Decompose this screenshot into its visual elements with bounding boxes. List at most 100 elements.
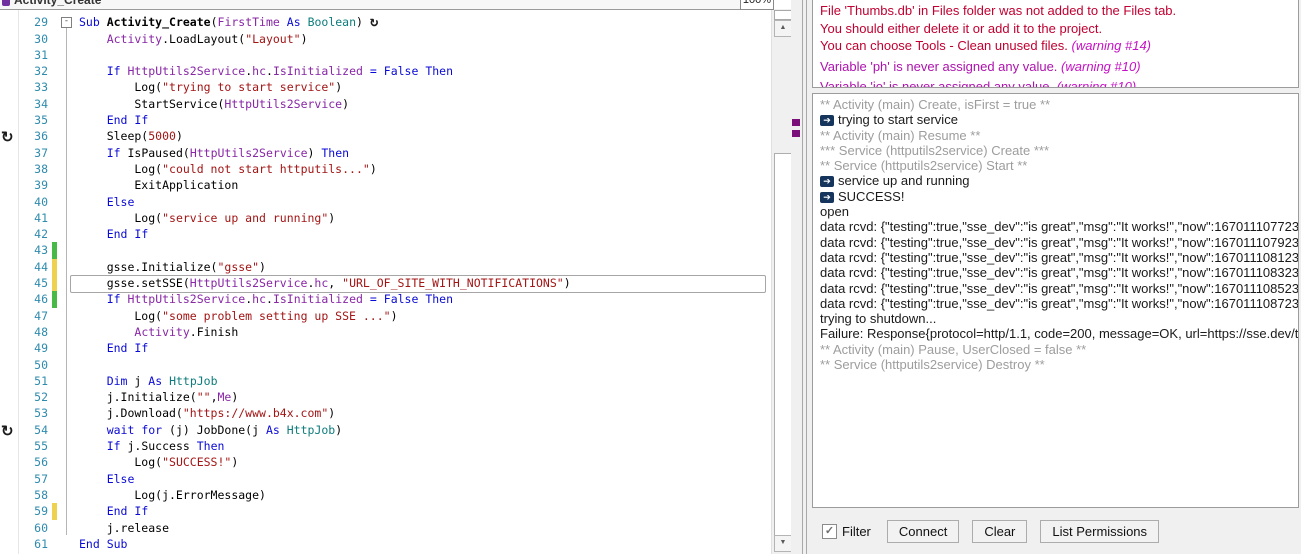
code-token: ): [231, 390, 239, 405]
warning-text: Variable 'jo' is never assigned any valu…: [820, 79, 1057, 88]
panel-splitter[interactable]: [791, 0, 812, 554]
editor-zoom-level[interactable]: 100%: [740, 0, 774, 10]
filter-checkbox-group[interactable]: ✓ Filter: [822, 523, 871, 539]
code-text: Log("trying to start service"): [57, 79, 771, 95]
b4a-ide-window: 2829Sub Activity_Create(FirstTime As Boo…: [0, 0, 1301, 554]
code-token: ): [328, 406, 336, 421]
code-line[interactable]: 54 wait for (j) JobDone(j As HttpJob): [0, 422, 771, 438]
code-line[interactable]: 49 End If: [0, 340, 771, 356]
code-line[interactable]: 36 Sleep(5000): [0, 128, 771, 144]
code-line[interactable]: 46 If HttpUtils2Service.hc.IsInitialized…: [0, 291, 771, 308]
code-line[interactable]: 44 gsse.Initialize("gsse"): [0, 258, 771, 276]
code-token: Sleep(: [79, 129, 149, 144]
sub-icon: [2, 0, 10, 6]
code-line[interactable]: 33 Log("trying to start service"): [0, 79, 771, 95]
log-line: ** Activity (main) Pause, UserClosed = f…: [820, 342, 1291, 357]
code-text: If HttpUtils2Service.hc.IsInitialized = …: [57, 63, 771, 79]
code-line[interactable]: 32 If HttpUtils2Service.hc.IsInitialized…: [0, 63, 771, 79]
code-text: Else: [57, 194, 771, 210]
code-line[interactable]: 47 Log("some problem setting up SSE ..."…: [0, 308, 771, 324]
log-text: data rcvd: {"testing":true,"sse_dev":"is…: [820, 234, 1299, 250]
code-line[interactable]: 40 Else: [0, 194, 771, 210]
code-line[interactable]: 38 Log("could not start httputils..."): [0, 161, 771, 177]
code-line[interactable]: 57 Else: [0, 471, 771, 487]
code-line[interactable]: 59 End If: [0, 503, 771, 520]
log-line: open: [820, 204, 1291, 219]
code-line[interactable]: 42 End If: [0, 226, 771, 242]
code-token: "trying to start service": [162, 80, 336, 95]
code-token: .Finish: [189, 324, 239, 339]
code-line[interactable]: 52 j.Initialize("",Me): [0, 389, 771, 405]
filter-label: Filter: [842, 523, 871, 539]
code-line[interactable]: 51 Dim j As HttpJob: [0, 373, 771, 389]
code-line[interactable]: 34 StartService(HttpUtils2Service): [0, 96, 771, 112]
log-output-box[interactable]: ** Activity (main) Create, isFirst = tru…: [812, 93, 1299, 508]
editor-vertical-scrollbar[interactable]: ▲ ▼: [771, 9, 791, 554]
code-line[interactable]: 60 j.release: [0, 520, 771, 536]
code-token: HttpJob: [169, 373, 218, 388]
code-token: "could not start httputils...": [162, 161, 370, 176]
connect-button[interactable]: Connect: [886, 519, 960, 543]
code-token: .: [266, 64, 273, 79]
warning-line: You can choose Tools - Clean unused file…: [820, 37, 1291, 55]
code-text: gsse.Initialize("gsse"): [57, 259, 771, 275]
code-token: Else: [106, 471, 135, 486]
code-line[interactable]: 41 Log("service up and running"): [0, 210, 771, 226]
code-token: "service up and running": [162, 210, 329, 225]
code-token: Me: [217, 390, 232, 405]
code-text: wait for (j) JobDone(j As HttpJob): [57, 422, 771, 438]
code-text: Log("service up and running"): [57, 210, 771, 226]
warning-line: You should either delete it or add it to…: [820, 20, 1291, 38]
code-line[interactable]: 53 j.Download("https://www.b4x.com"): [0, 405, 771, 421]
code-token: (: [210, 15, 218, 30]
warning-number-ref: (warning #10): [1061, 58, 1141, 74]
code-line[interactable]: 56 Log("SUCCESS!"): [0, 454, 771, 470]
scrollbar-down-button[interactable]: ▼: [774, 535, 791, 552]
fold-collapse-icon[interactable]: -: [61, 17, 72, 28]
code-token: End Sub: [79, 536, 128, 551]
log-line: trying to shutdown...: [820, 311, 1291, 326]
code-token: Log(j.ErrorMessage): [79, 487, 266, 502]
splitter-line: [806, 0, 807, 554]
code-text: End Sub: [57, 536, 771, 552]
code-line[interactable]: 35 End If: [0, 112, 771, 128]
warnings-box[interactable]: File 'Thumbs.db' in Files folder was not…: [812, 0, 1299, 88]
code-token: If: [106, 145, 121, 160]
list-permissions-button[interactable]: List Permissions: [1040, 519, 1160, 543]
code-line[interactable]: 61 End Sub: [0, 536, 771, 552]
code-line[interactable]: 55 If j.Success Then: [0, 438, 771, 454]
code-editor[interactable]: 2829Sub Activity_Create(FirstTime As Boo…: [0, 0, 791, 554]
log-line: data rcvd: {"testing":true,"sse_dev":"is…: [820, 265, 1298, 280]
code-token: StartService(: [79, 96, 225, 111]
scrollbar-thumb[interactable]: [774, 153, 791, 541]
clear-button[interactable]: Clear: [972, 519, 1028, 543]
filter-checkbox[interactable]: ✓: [822, 523, 837, 539]
code-token: ): [307, 145, 322, 160]
code-line[interactable]: 39 ExitApplication: [0, 177, 771, 193]
code-line[interactable]: 30 Activity.LoadLayout("Layout"): [0, 31, 771, 47]
code-line[interactable]: 43: [0, 242, 771, 259]
code-line[interactable]: 48 Activity.Finish: [0, 324, 771, 340]
code-line[interactable]: 31: [0, 47, 771, 63]
log-line: data rcvd: {"testing":true,"sse_dev":"is…: [820, 219, 1298, 234]
code-line[interactable]: 29 Sub Activity_Create(FirstTime As Boole…: [0, 14, 771, 30]
code-token: As: [148, 373, 163, 388]
log-text: data rcvd: {"testing":true,"sse_dev":"is…: [820, 295, 1299, 311]
scrollbar-up-button[interactable]: ▲: [774, 20, 791, 37]
code-token: Boolean: [307, 15, 357, 30]
code-line[interactable]: 50: [0, 357, 771, 373]
code-line[interactable]: 37 If IsPaused(HttpUtils2Service) Then: [0, 145, 771, 161]
resumable-sub-margin-icon: ↻: [1, 422, 14, 440]
code-text: j.release: [57, 520, 771, 536]
sub-navigation-bar[interactable]: Activity_Create: [0, 0, 771, 10]
code-line[interactable]: 58 Log(j.ErrorMessage): [0, 487, 771, 503]
